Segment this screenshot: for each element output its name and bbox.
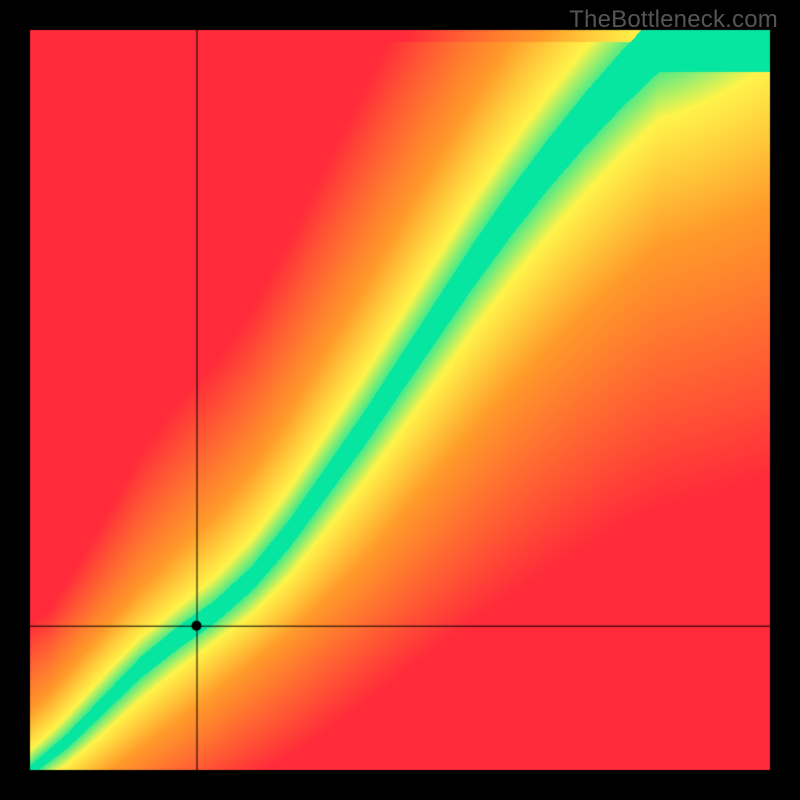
bottleneck-heatmap: TheBottleneck.com	[0, 0, 800, 800]
heatmap-canvas	[0, 0, 800, 800]
watermark-text: TheBottleneck.com	[569, 6, 778, 34]
